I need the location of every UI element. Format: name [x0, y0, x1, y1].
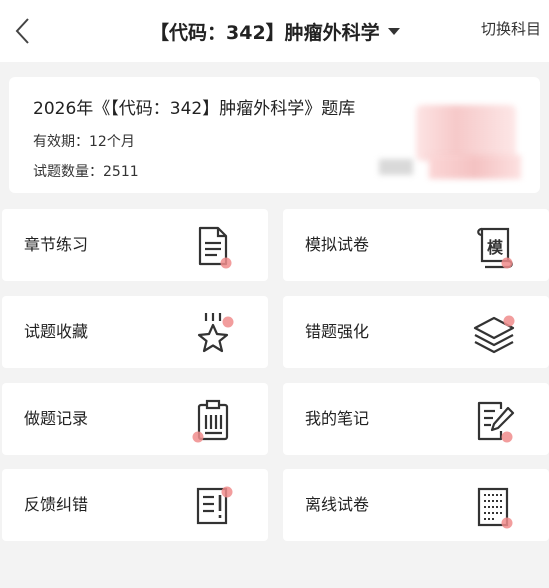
blurred-region: [416, 105, 516, 161]
tile-label: 错题强化: [305, 322, 370, 341]
blurred-region: [429, 155, 521, 179]
question-count-text: 试题数量：2511: [33, 164, 139, 180]
caret-down-icon: [387, 27, 400, 35]
question-bank-card: 2026年《【代码：342】肿瘤外科学》题库 有效期：12个月 试题数量：251…: [9, 77, 540, 193]
page-title: 【代码：342】肿瘤外科学: [150, 21, 380, 44]
tile-my-notes[interactable]: 我的笔记: [283, 383, 549, 455]
question-bank-title: 2026年《【代码：342】肿瘤外科学》题库: [33, 99, 356, 119]
offline-paper-icon: [477, 487, 513, 529]
svg-text:模: 模: [487, 238, 504, 257]
subject-selector[interactable]: 【代码：342】肿瘤外科学: [150, 16, 400, 46]
feedback-document-icon: [196, 486, 233, 525]
clipboard-icon: [192, 399, 229, 443]
tile-offline-papers[interactable]: 离线试卷: [283, 469, 549, 541]
note-pen-icon: [477, 401, 515, 443]
tile-label: 章节练习: [24, 235, 89, 254]
tile-label: 反馈纠错: [24, 495, 89, 514]
tile-label: 试题收藏: [24, 322, 89, 341]
mock-scroll-icon: 模: [477, 227, 513, 269]
tile-label: 做题记录: [24, 409, 89, 428]
tile-label: 离线试卷: [305, 495, 370, 514]
layers-icon: [473, 315, 515, 354]
tile-favorites[interactable]: 试题收藏: [2, 296, 268, 368]
document-icon: [198, 226, 232, 269]
tile-practice-history[interactable]: 做题记录: [2, 383, 268, 455]
tile-mock-exam[interactable]: 模拟试卷 模: [283, 209, 549, 281]
tile-feedback[interactable]: 反馈纠错: [2, 469, 268, 541]
back-button[interactable]: [8, 14, 38, 48]
star-icon: [197, 313, 234, 353]
blurred-region: [379, 159, 413, 175]
tile-label: 模拟试卷: [305, 235, 370, 254]
tile-chapter-practice[interactable]: 章节练习: [2, 209, 268, 281]
validity-text: 有效期：12个月: [33, 134, 135, 150]
tile-label: 我的笔记: [305, 409, 370, 428]
chevron-left-icon: [15, 18, 29, 44]
tile-wrong-questions[interactable]: 错题强化: [283, 296, 549, 368]
switch-subject-button[interactable]: 切换科目: [481, 18, 541, 39]
top-bar: 【代码：342】肿瘤外科学 切换科目: [0, 0, 549, 62]
